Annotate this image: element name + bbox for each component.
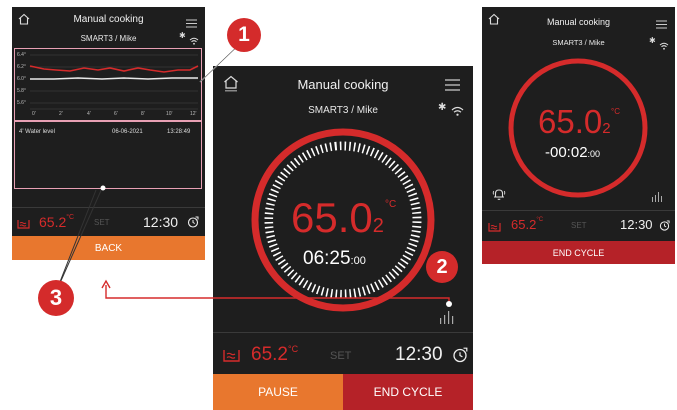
callout-3: 3 [38, 280, 74, 316]
annotation-lines [55, 39, 452, 307]
callout-2: 2 [426, 251, 458, 283]
callout-1: 1 [227, 18, 261, 52]
